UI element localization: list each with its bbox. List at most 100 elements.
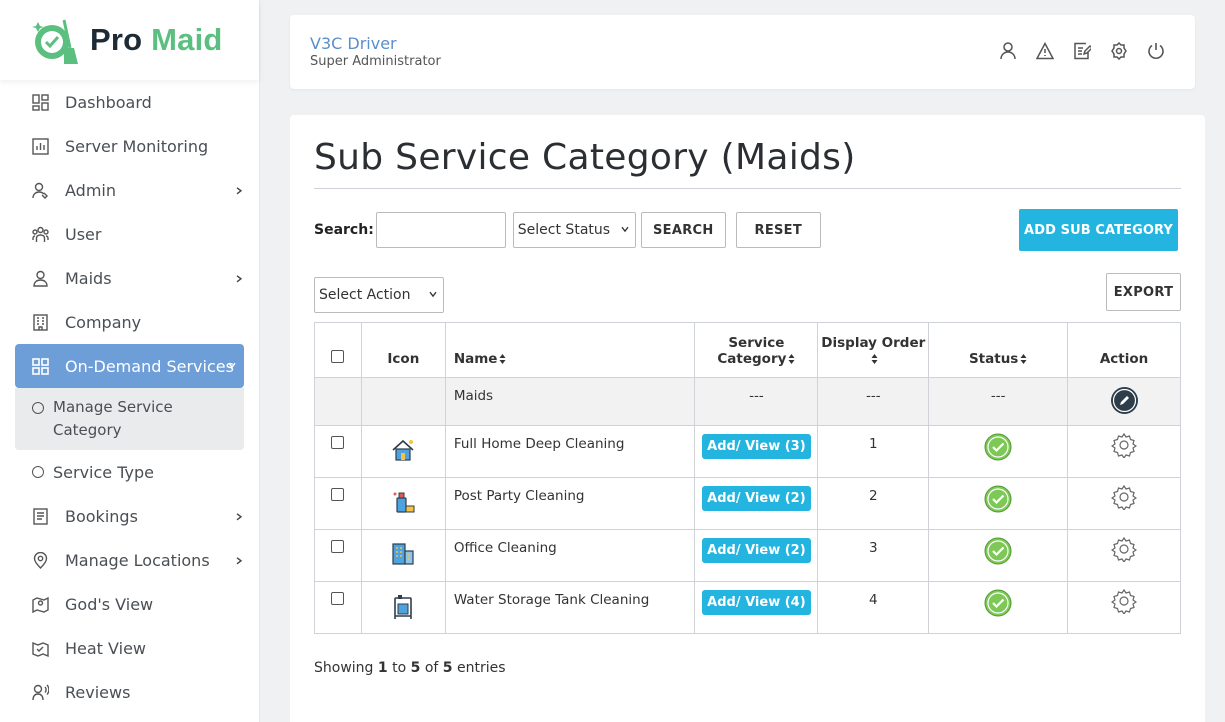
status-select-value: Select Status bbox=[517, 222, 611, 238]
sidebar-item-service-type[interactable]: Service Type bbox=[0, 450, 259, 494]
active-check-icon[interactable] bbox=[984, 485, 1012, 513]
brand-pro-text: Pro bbox=[90, 22, 143, 57]
active-check-icon[interactable] bbox=[984, 589, 1012, 617]
export-button[interactable]: EXPORT bbox=[1106, 273, 1181, 311]
row-checkbox[interactable] bbox=[331, 488, 345, 501]
select-all-checkbox[interactable] bbox=[331, 350, 345, 363]
gear-icon[interactable] bbox=[1111, 484, 1138, 510]
sidebar-item-manage-locations[interactable]: Manage Locations bbox=[0, 538, 259, 582]
header-icons bbox=[999, 42, 1165, 60]
power-icon[interactable] bbox=[1147, 42, 1165, 60]
brand-logo-area[interactable]: Pro Maid bbox=[0, 0, 259, 80]
sidebar-item-company[interactable]: Company bbox=[0, 300, 259, 344]
parent-select-cell bbox=[314, 377, 362, 426]
table-row: Water Storage Tank Cleaning Add/ View (4… bbox=[314, 581, 1181, 634]
row-checkbox[interactable] bbox=[331, 540, 345, 553]
settings-icon[interactable] bbox=[1110, 42, 1128, 60]
brand-name: Pro Maid bbox=[90, 22, 223, 58]
table-row: Post Party Cleaning Add/ View (2) 2 bbox=[314, 477, 1181, 530]
circle-icon bbox=[32, 466, 44, 478]
header-action: Action bbox=[1067, 322, 1181, 378]
row-checkbox[interactable] bbox=[331, 592, 345, 605]
sort-icon bbox=[499, 354, 506, 364]
sidebar-item-bookings[interactable]: Bookings bbox=[0, 494, 259, 538]
chevron-down-icon bbox=[621, 226, 629, 233]
row-icon-cell bbox=[360, 477, 446, 530]
parent-category: --- bbox=[694, 377, 819, 426]
row-order: 1 bbox=[817, 425, 930, 478]
parent-status: --- bbox=[928, 377, 1069, 426]
sidebar-item-reviews[interactable]: Reviews bbox=[0, 670, 259, 714]
action-select[interactable]: Select Action bbox=[314, 277, 444, 313]
sidebar-item-label: God's View bbox=[65, 594, 154, 614]
add-view-button[interactable]: Add/ View (4) bbox=[702, 590, 811, 615]
active-check-icon[interactable] bbox=[984, 537, 1012, 565]
active-check-icon[interactable] bbox=[984, 433, 1012, 461]
showing-entries-word: entries bbox=[456, 660, 506, 676]
gear-icon[interactable] bbox=[1111, 588, 1138, 614]
row-checkbox[interactable] bbox=[331, 436, 345, 449]
header-display-order[interactable]: Display Order bbox=[817, 322, 930, 378]
header-user-name[interactable]: V3C Driver bbox=[310, 34, 397, 53]
table-row-parent: Maids --- --- --- bbox=[314, 377, 1181, 426]
add-sub-category-button[interactable]: ADD SUB CATEGORY bbox=[1019, 209, 1178, 251]
row-action-cell bbox=[1067, 477, 1181, 530]
sidebar-item-gods-view[interactable]: God's View bbox=[0, 582, 259, 626]
sidebar-item-label: Admin bbox=[65, 180, 116, 200]
sidebar-item-label: User bbox=[65, 224, 102, 244]
row-select-cell bbox=[314, 477, 362, 530]
header-service-category[interactable]: Service Category bbox=[694, 322, 819, 378]
grid-icon bbox=[32, 357, 49, 375]
header-name[interactable]: Name bbox=[444, 322, 696, 378]
search-button[interactable]: SEARCH bbox=[640, 212, 726, 248]
row-status-cell bbox=[928, 581, 1069, 634]
heat-map-icon bbox=[32, 640, 49, 657]
row-action-cell bbox=[1067, 529, 1181, 582]
add-view-button[interactable]: Add/ View (2) bbox=[702, 538, 811, 563]
row-select-cell bbox=[314, 529, 362, 582]
search-label: Search: bbox=[314, 222, 374, 238]
row-select-cell bbox=[314, 425, 362, 478]
table-header-row: Icon Name Service Category Display Order … bbox=[314, 322, 1181, 378]
add-view-button[interactable]: Add/ View (2) bbox=[702, 486, 811, 511]
parent-order: --- bbox=[817, 377, 930, 426]
sidebar-item-admin[interactable]: Admin bbox=[0, 168, 259, 212]
table-row: Full Home Deep Cleaning Add/ View (3) 1 bbox=[314, 425, 1181, 478]
row-name: Full Home Deep Cleaning bbox=[444, 425, 696, 478]
reset-button[interactable]: RESET bbox=[735, 212, 821, 248]
pro-maid-logo-icon bbox=[32, 19, 78, 64]
maid-icon bbox=[32, 270, 49, 287]
sidebar-item-label: Dashboard bbox=[65, 92, 152, 112]
row-action-cell bbox=[1067, 425, 1181, 478]
header-status[interactable]: Status bbox=[928, 322, 1069, 378]
search-input[interactable] bbox=[375, 212, 506, 248]
search-toolbar: Search: Select Status SEARCH RESET bbox=[314, 212, 821, 248]
edit-icon[interactable] bbox=[1110, 386, 1139, 415]
add-view-button[interactable]: Add/ View (3) bbox=[702, 434, 811, 459]
warning-icon[interactable] bbox=[1036, 42, 1054, 60]
showing-to: 5 bbox=[410, 660, 421, 676]
gear-icon[interactable] bbox=[1111, 432, 1138, 458]
sidebar-item-user[interactable]: User bbox=[0, 212, 259, 256]
sidebar-subitem-manage-service-category[interactable]: Manage Service Category bbox=[15, 396, 244, 442]
title-divider bbox=[314, 188, 1181, 189]
sidebar-item-dashboard[interactable]: Dashboard bbox=[0, 80, 259, 124]
sidebar-item-heat-view[interactable]: Heat View bbox=[0, 626, 259, 670]
row-select-cell bbox=[314, 581, 362, 634]
status-select[interactable]: Select Status bbox=[512, 212, 636, 248]
sidebar-item-maids[interactable]: Maids bbox=[0, 256, 259, 300]
row-action-cell bbox=[1067, 581, 1181, 634]
row-status-cell bbox=[928, 529, 1069, 582]
gear-icon[interactable] bbox=[1111, 536, 1138, 562]
header-name-label: Name bbox=[453, 351, 498, 367]
sidebar-item-label: Bookings bbox=[65, 506, 138, 526]
profile-icon[interactable] bbox=[999, 42, 1017, 60]
sidebar-item-on-demand-services[interactable]: On-Demand Services bbox=[15, 344, 244, 388]
sidebar-item-label: Heat View bbox=[65, 638, 147, 658]
circle-icon bbox=[32, 402, 44, 414]
chevron-right-icon bbox=[236, 513, 243, 521]
sidebar-item-server-monitoring[interactable]: Server Monitoring bbox=[0, 124, 259, 168]
page-title: Sub Service Category (Maids) bbox=[314, 137, 856, 178]
edit-document-icon[interactable] bbox=[1073, 42, 1091, 60]
header-icon: Icon bbox=[360, 322, 446, 378]
